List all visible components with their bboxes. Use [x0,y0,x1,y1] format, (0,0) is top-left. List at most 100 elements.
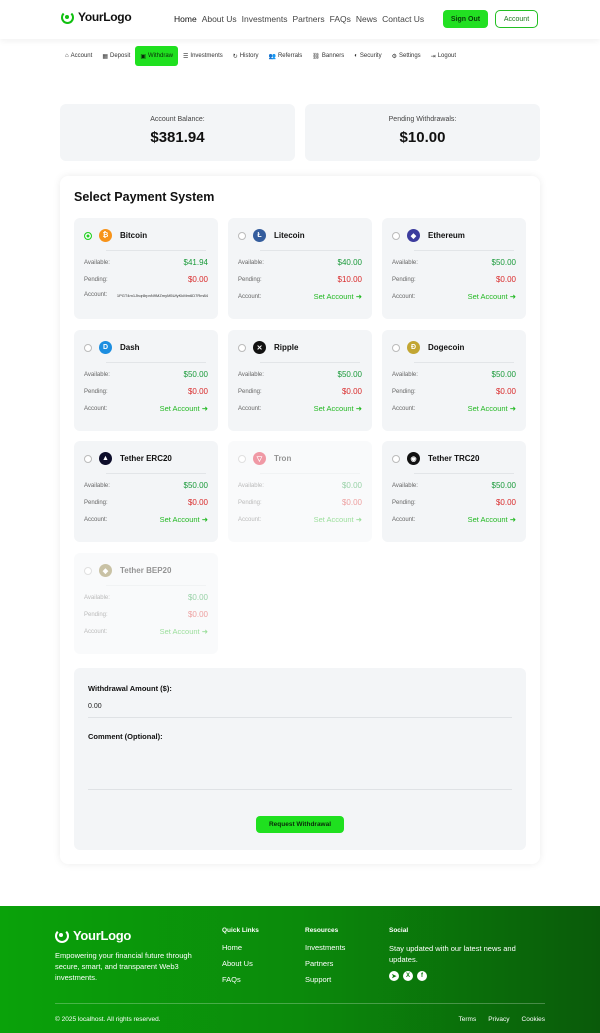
tab-withdraw[interactable]: ▣ Withdraw [135,46,179,66]
request-withdrawal-button[interactable]: Request Withdrawal [256,816,344,833]
quick-links-heading: Quick Links [222,927,259,934]
payment-card-litecoin[interactable]: Ł Litecoin Available: $40.00 Pending: $10.00 A… [228,218,372,319]
payment-card-tron[interactable]: ▽ Tron Available: $0.00 Pending: $0.00 Account… [228,441,372,542]
account-label: Account: [238,293,262,300]
pending-row: Pending: $0.00 [84,498,208,507]
dash-icon: D [99,341,112,354]
available-value: $0.00 [341,481,362,490]
account-row: Account: Set Account ➜ [84,515,208,524]
payment-radio[interactable] [238,232,246,240]
footer-link-home[interactable]: Home [222,943,259,952]
tether-trc20-icon: ◉ [407,452,420,465]
social-section: Social Stay updated with our latest news… [389,927,539,981]
payment-radio[interactable] [84,344,92,352]
payment-radio[interactable] [84,455,92,463]
available-row: Available: $50.00 [84,370,208,379]
nav-investments[interactable]: Investments [242,14,288,24]
x-icon[interactable]: X [403,971,413,981]
payment-card-dash[interactable]: D Dash Available: $50.00 Pending: $0.00 Accoun… [74,330,218,431]
payment-radio[interactable] [392,344,400,352]
footer-link-investments[interactable]: Investments [305,943,345,952]
nav-news[interactable]: News [356,14,377,24]
payment-radio[interactable] [84,567,92,575]
withdraw-panel: Select Payment System ₿ Bitcoin Available:… [60,176,540,864]
comment-textarea[interactable] [88,748,512,790]
money-icon: ▣ [140,53,146,60]
footer-link-partners[interactable]: Partners [305,959,345,968]
set-account-link[interactable]: Set Account ➜ [160,404,208,413]
set-account-link[interactable]: Set Account ➜ [314,292,362,301]
available-label: Available: [84,259,110,266]
divider [260,250,360,251]
divider [260,362,360,363]
pending-label: Pending: [84,611,108,618]
payment-radio[interactable] [238,455,246,463]
facebook-icon[interactable]: f [417,971,427,981]
footer-link-faqs[interactable]: FAQs [222,975,259,984]
payment-card-ripple[interactable]: ✕ Ripple Available: $50.00 Pending: $0.00 Acco… [228,330,372,431]
payment-card-dogecoin[interactable]: Ð Dogecoin Available: $50.00 Pending: $0.00 Ac… [382,330,526,431]
set-account-link[interactable]: Set Account ➜ [468,404,516,413]
pending-row: Pending: $0.00 [84,275,208,284]
available-value: $50.00 [491,258,516,267]
payment-card-ethereum[interactable]: ◆ Ethereum Available: $50.00 Pending: $0.00 Ac… [382,218,526,319]
set-account-link[interactable]: Set Account ➜ [160,515,208,524]
social-text: Stay updated with our latest news and up… [389,944,516,964]
payment-radio[interactable] [238,344,246,352]
payment-card-tether-bep20[interactable]: ◆ Tether BEP20 Available: $0.00 Pending: $0.0… [74,553,218,654]
account-button[interactable]: Account [495,10,538,28]
payment-card-tether-erc20[interactable]: ▲ Tether ERC20 Available: $50.00 Pending: $0.… [74,441,218,542]
tab-settings[interactable]: ⚙ Settings [387,46,426,66]
tab-security[interactable]: ◐ Security [349,46,386,66]
available-value: $50.00 [183,370,208,379]
tab-label: Withdraw [148,53,174,59]
set-account-link[interactable]: Set Account ➜ [468,292,516,301]
footer-link-terms[interactable]: Terms [459,1016,477,1023]
nav-contact-us[interactable]: Contact Us [382,14,424,24]
payment-radio[interactable] [392,455,400,463]
amount-input[interactable]: 0.00 [88,700,512,718]
tab-deposit[interactable]: ▦ Deposit [97,46,135,66]
sign-out-button[interactable]: Sign Out [443,10,488,28]
footer-link-cookies[interactable]: Cookies [522,1016,545,1023]
set-account-link[interactable]: Set Account ➜ [160,627,208,636]
divider [414,362,514,363]
footer-logo[interactable]: YourLogo [55,928,131,943]
footer-link-support[interactable]: Support [305,975,345,984]
user-gear-icon: ⚙ [391,53,397,60]
pending-row: Pending: $0.00 [392,498,516,507]
set-account-link[interactable]: Set Account ➜ [468,515,516,524]
available-value: $0.00 [187,593,208,602]
nav-home[interactable]: Home [174,14,197,24]
divider [106,585,206,586]
tab-referrals[interactable]: 👥 Referrals [263,46,307,66]
payment-card-bitcoin[interactable]: ₿ Bitcoin Available: $41.94 Pending: $0.00 Acc… [74,218,218,319]
footer-description: Empowering your financial future through… [55,951,192,982]
pending-withdrawals-label: Pending Withdrawals: [388,116,457,123]
tab-logout[interactable]: ⇥ Logout [426,46,461,66]
payment-card-tether-trc20[interactable]: ◉ Tether TRC20 Available: $50.00 Pending: $0.… [382,441,526,542]
tron-icon: ▽ [253,452,266,465]
nav-faqs[interactable]: FAQs [330,14,351,24]
main-nav: Home About Us Investments Partners FAQs … [174,14,429,24]
tether-erc20-icon: ▲ [99,452,112,465]
legal-links: Terms Privacy Cookies [447,1016,546,1023]
tab-history[interactable]: ↻ History [228,46,264,66]
payment-radio[interactable] [392,232,400,240]
set-account-link[interactable]: Set Account ➜ [314,515,362,524]
set-account-link[interactable]: Set Account ➜ [314,404,362,413]
nav-about-us[interactable]: About Us [202,14,237,24]
tab-account[interactable]: ⌂ Account [60,46,97,66]
social-heading: Social [389,927,409,934]
available-label: Available: [392,371,418,378]
payment-radio[interactable] [84,232,92,240]
payment-name: Litecoin [274,231,305,240]
telegram-icon[interactable]: ➤ [389,971,399,981]
tab-investments[interactable]: ☰ Investments [178,46,228,66]
logo[interactable]: YourLogo [61,10,132,24]
footer-link-about[interactable]: About Us [222,959,259,968]
tab-banners[interactable]: ⛓ Banners [307,46,349,66]
nav-partners[interactable]: Partners [292,14,324,24]
payment-name: Tether TRC20 [428,454,480,463]
footer-link-privacy[interactable]: Privacy [488,1016,509,1023]
